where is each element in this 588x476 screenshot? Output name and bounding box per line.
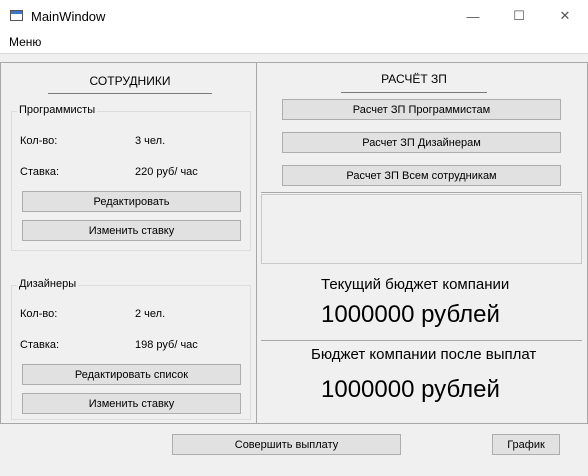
programmers-rate-label: Ставка:: [20, 166, 60, 178]
salary-header-underline: [341, 92, 487, 93]
budget-separator: [261, 340, 582, 341]
designers-change-rate-button[interactable]: Изменить ставку: [22, 393, 241, 414]
current-budget-value: 1000000 рублей: [321, 301, 500, 328]
salary-separator: [261, 192, 582, 193]
column-divider: [256, 62, 257, 424]
after-payment-budget-title: Бюджет компании после выплат: [311, 346, 537, 363]
close-icon[interactable]: ✕: [542, 0, 588, 32]
maximize-icon[interactable]: ☐: [496, 0, 542, 32]
designers-edit-list-button[interactable]: Редактировать список: [22, 364, 241, 385]
minimize-icon[interactable]: —: [450, 0, 496, 32]
programmers-change-rate-button[interactable]: Изменить ставку: [22, 220, 241, 241]
current-budget-title: Текущий бюджет компании: [321, 276, 510, 293]
programmers-edit-button[interactable]: Редактировать: [22, 191, 241, 212]
menu-bar: Меню: [0, 32, 588, 54]
designers-group-title: Дизайнеры: [17, 278, 79, 290]
salary-output-area: [261, 194, 582, 264]
employees-header-underline: [48, 93, 212, 94]
make-payment-button[interactable]: Совершить выплату: [172, 434, 401, 455]
after-payment-budget-value: 1000000 рублей: [321, 376, 500, 403]
menu-main[interactable]: Меню: [9, 35, 41, 49]
calc-designers-button[interactable]: Расчет ЗП Дизайнерам: [282, 132, 561, 153]
programmers-rate-value: 220 руб/ час: [135, 166, 198, 178]
programmers-group-title: Программисты: [17, 104, 98, 116]
app-window-icon: [10, 10, 23, 21]
calc-programmers-button[interactable]: Расчет ЗП Программистам: [282, 99, 561, 120]
programmers-count-value: 3 чел.: [135, 135, 166, 147]
designers-rate-label: Ставка:: [20, 339, 60, 351]
programmers-count-label: Кол-во:: [20, 135, 58, 147]
chart-button[interactable]: График: [492, 434, 560, 455]
window-title: MainWindow: [31, 9, 106, 24]
calc-all-button[interactable]: Расчет ЗП Всем сотрудникам: [282, 165, 561, 186]
designers-rate-value: 198 руб/ час: [135, 339, 198, 351]
employees-header: СОТРУДНИКИ: [89, 74, 171, 88]
salary-header: РАСЧЁТ ЗП: [381, 72, 447, 86]
title-bar: MainWindow — ☐ ✕: [0, 0, 588, 32]
designers-count-label: Кол-во:: [20, 308, 58, 320]
designers-count-value: 2 чел.: [135, 308, 166, 320]
